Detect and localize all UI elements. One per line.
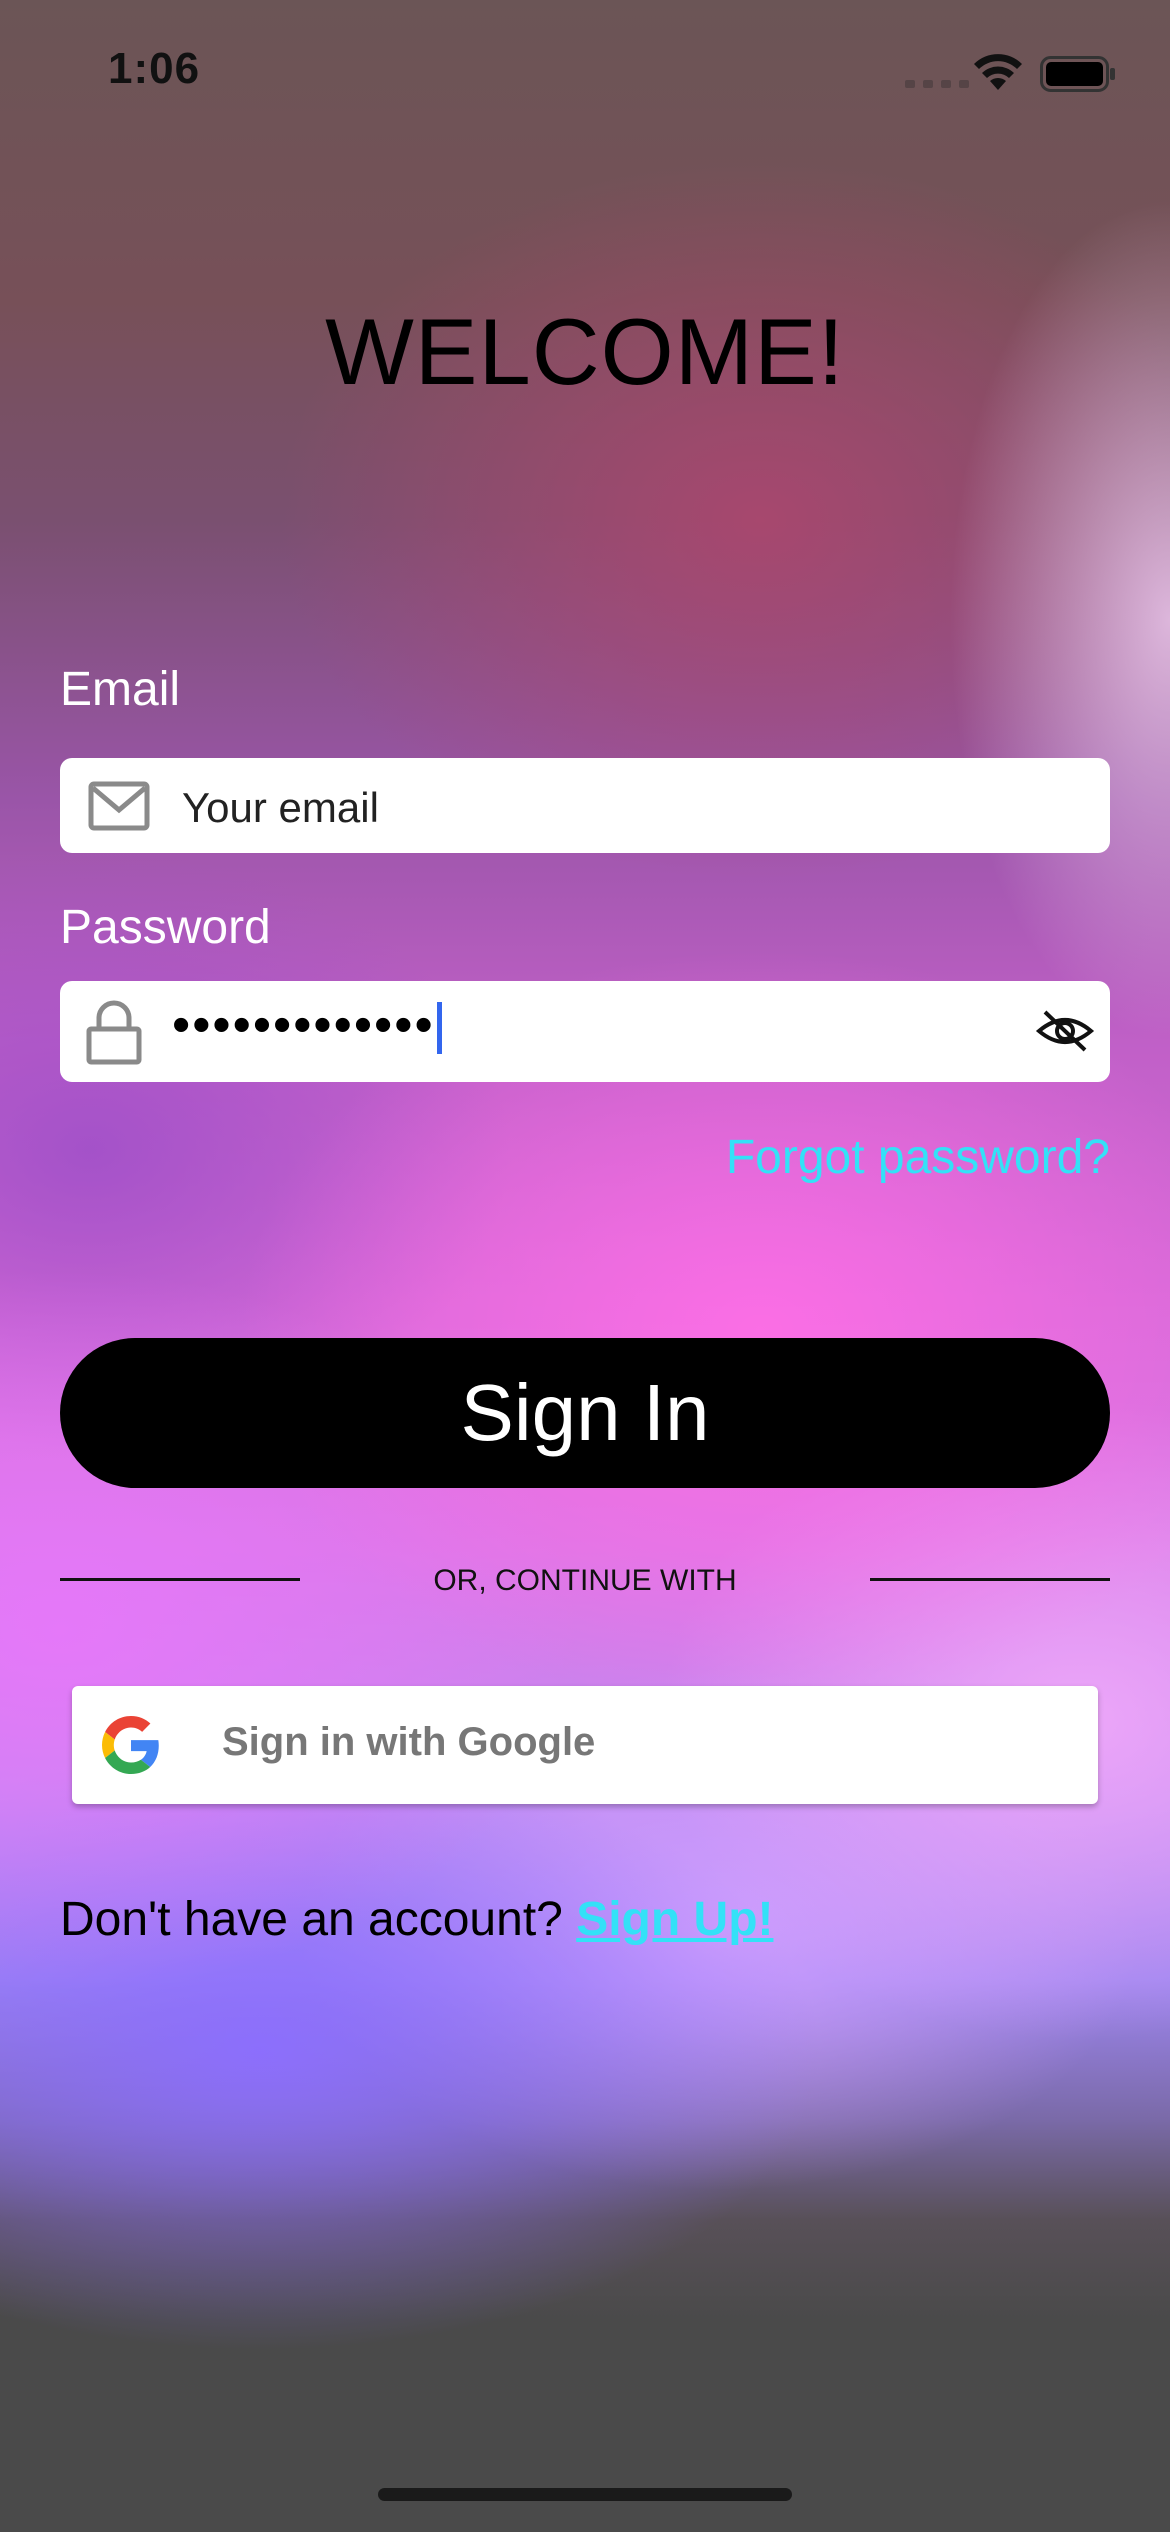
wifi-icon bbox=[974, 54, 1022, 90]
status-time: 1:06 bbox=[108, 44, 201, 93]
text-cursor bbox=[436, 1002, 442, 1055]
signup-prompt: Don't have an account? Sign Up! bbox=[60, 1892, 774, 1947]
forgot-password-link[interactable]: Forgot password? bbox=[726, 1130, 1110, 1185]
battery-icon bbox=[1040, 56, 1115, 92]
sign-up-link[interactable]: Sign Up! bbox=[576, 1893, 773, 1946]
password-label: Password bbox=[60, 901, 271, 954]
password-field[interactable]: ••••••••••••• bbox=[60, 981, 1110, 1082]
eye-off-icon[interactable] bbox=[1035, 1006, 1095, 1056]
signup-prompt-text: Don't have an account? bbox=[60, 1893, 563, 1946]
email-field[interactable]: Your email bbox=[60, 758, 1110, 853]
home-indicator[interactable] bbox=[378, 2488, 792, 2501]
lock-icon bbox=[86, 1000, 142, 1065]
google-sign-in-button[interactable]: Sign in with Google bbox=[72, 1686, 1098, 1804]
password-value: ••••••••••••• bbox=[172, 995, 442, 1055]
email-label: Email bbox=[60, 663, 181, 716]
email-placeholder: Your email bbox=[182, 784, 379, 831]
page-title: WELCOME! bbox=[325, 299, 845, 404]
google-button-label: Sign in with Google bbox=[222, 1720, 596, 1764]
cellular-signal-icon bbox=[905, 80, 969, 88]
sign-in-button[interactable]: Sign In bbox=[60, 1338, 1110, 1488]
divider-right bbox=[870, 1578, 1110, 1581]
google-logo-icon bbox=[102, 1716, 159, 1774]
mail-icon bbox=[88, 781, 150, 831]
divider-text: OR, CONTINUE WITH bbox=[433, 1564, 737, 1597]
